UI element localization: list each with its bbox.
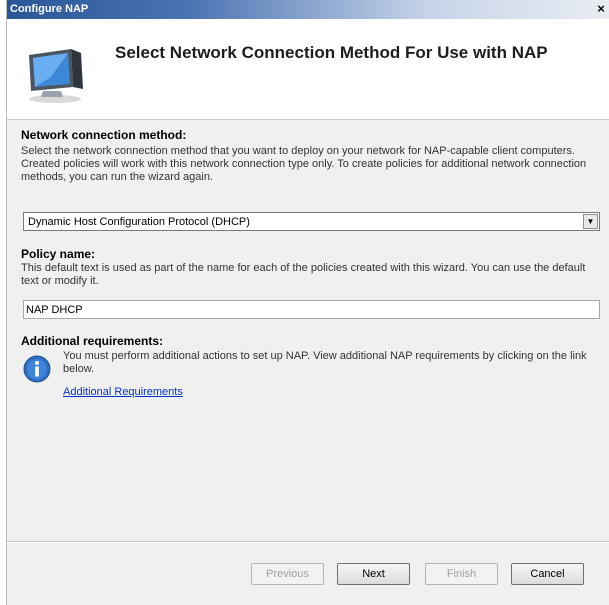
additional-requirements-label: Additional requirements: bbox=[21, 334, 164, 348]
connection-method-label: Network connection method: bbox=[21, 128, 187, 142]
additional-requirements-link[interactable]: Additional Requirements bbox=[63, 386, 183, 398]
policy-name-label: Policy name: bbox=[21, 247, 96, 261]
wizard-header: Select Network Connection Method For Use… bbox=[7, 19, 609, 120]
policy-name-description: This default text is used as part of the… bbox=[21, 262, 586, 287]
connection-method-value: Dynamic Host Configuration Protocol (DHC… bbox=[28, 216, 250, 228]
chevron-down-icon[interactable]: ▼ bbox=[583, 214, 598, 229]
window-title: Configure NAP bbox=[10, 3, 89, 15]
previous-button[interactable]: Previous bbox=[251, 563, 324, 585]
cancel-button[interactable]: Cancel bbox=[511, 563, 584, 585]
computer-monitor-icon bbox=[21, 47, 89, 108]
configure-nap-window: Configure NAP × Select Network Connectio… bbox=[6, 0, 609, 605]
connection-method-select[interactable]: Dynamic Host Configuration Protocol (DHC… bbox=[23, 212, 600, 231]
close-icon[interactable]: × bbox=[594, 2, 608, 16]
finish-button[interactable]: Finish bbox=[425, 563, 498, 585]
connection-method-description: Select the network connection method tha… bbox=[21, 145, 587, 183]
page-heading: Select Network Connection Method For Use… bbox=[115, 43, 548, 62]
next-button[interactable]: Next bbox=[337, 563, 410, 585]
footer-divider bbox=[7, 541, 609, 543]
policy-name-field[interactable] bbox=[23, 300, 600, 319]
title-bar: Configure NAP × bbox=[7, 0, 609, 19]
additional-requirements-text: You must perform additional actions to s… bbox=[63, 350, 587, 375]
info-icon bbox=[23, 355, 51, 386]
policy-name-input[interactable] bbox=[26, 302, 586, 317]
